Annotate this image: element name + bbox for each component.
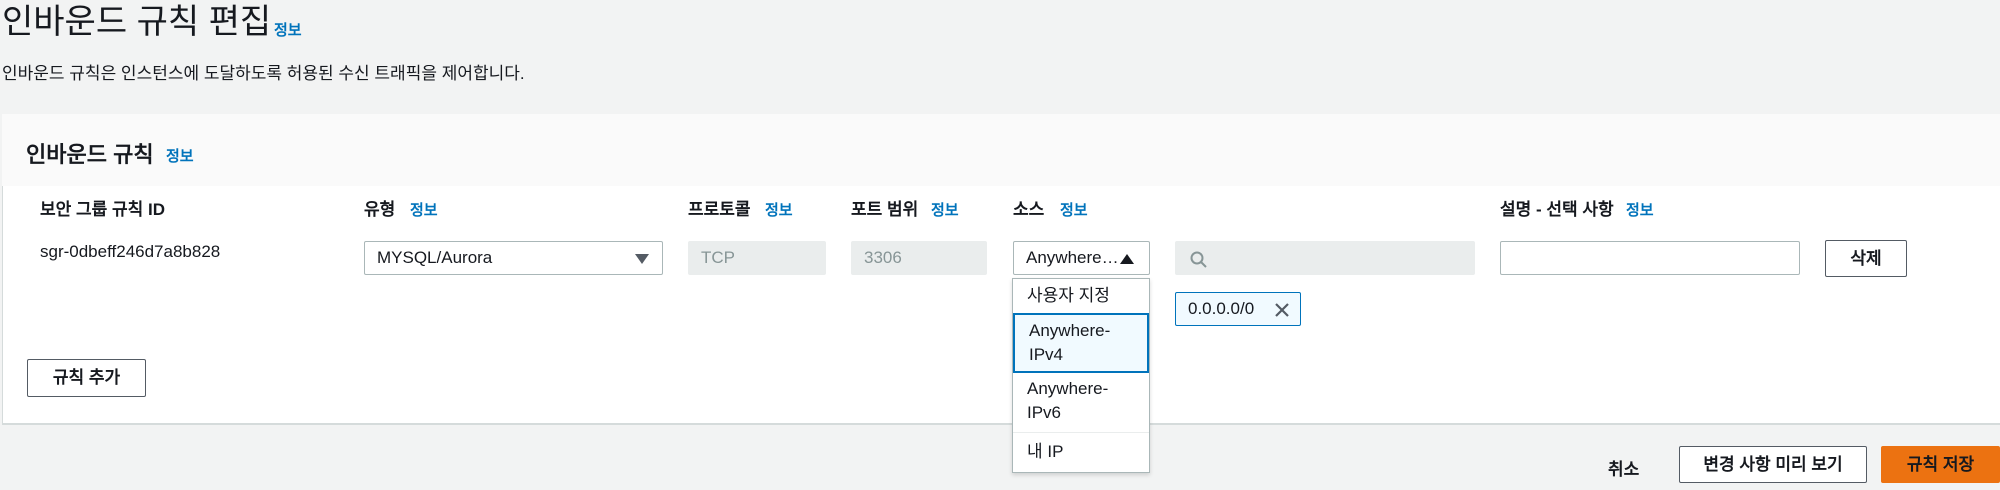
protocol-info-link[interactable]: 정보 [765,199,793,220]
cancel-link[interactable]: 취소 [1608,455,1639,480]
save-rules-button[interactable]: 규칙 저장 [1881,446,2000,483]
page-description: 인바운드 규칙은 인스턴스에 도달하도록 허용된 수신 트래픽을 제어합니다. [2,64,525,83]
port-range-field: 3306 [851,241,987,275]
type-info-link[interactable]: 정보 [410,199,438,220]
description-info-link[interactable]: 정보 [1626,199,1654,220]
panel-header [2,114,2000,186]
cidr-token-label: 0.0.0.0/0 [1188,299,1255,318]
source-select[interactable]: Anywhere… [1013,241,1150,275]
source-select-value: Anywhere… [1026,248,1119,267]
source-option-custom[interactable]: 사용자 지정 [1013,283,1149,309]
type-select-value: MYSQL/Aurora [377,248,493,267]
close-icon[interactable] [1274,302,1290,318]
column-header-description: 설명 - 선택 사항 [1500,200,1614,219]
port-range-info-link[interactable]: 정보 [931,199,959,220]
page-title: 인바운드 규칙 편집 [2,3,272,41]
delete-rule-button[interactable]: 삭제 [1825,240,1907,277]
cidr-token: 0.0.0.0/0 [1175,292,1301,326]
protocol-field: TCP [688,241,826,275]
description-input[interactable] [1500,241,1800,275]
search-icon [1190,251,1207,268]
source-info-link[interactable]: 정보 [1060,199,1088,220]
rule-id: sgr-0dbeff246d7a8b828 [40,242,221,261]
column-header-rule-id: 보안 그룹 규칙 ID [40,200,166,219]
column-header-type: 유형 [364,200,396,219]
source-dropdown-menu: 사용자 지정 Anywhere-IPv4 Anywhere-IPv6 내 IP [1012,278,1150,473]
column-header-source: 소스 [1013,200,1045,219]
add-rule-button[interactable]: 규칙 추가 [27,359,146,397]
source-option-my-ip[interactable]: 내 IP [1013,439,1149,465]
column-header-port-range: 포트 범위 [851,200,919,219]
page-info-link[interactable]: 정보 [274,19,302,40]
type-select[interactable]: MYSQL/Aurora [364,241,663,275]
panel-title: 인바운드 규칙 [26,142,154,167]
source-option-anywhere-ipv4[interactable]: Anywhere-IPv4 [1013,313,1149,373]
preview-changes-button[interactable]: 변경 사항 미리 보기 [1679,446,1867,483]
caret-down-icon [635,254,649,264]
caret-up-icon [1120,254,1134,264]
option-divider [1013,432,1149,433]
source-search-input[interactable] [1175,241,1475,275]
source-option-anywhere-ipv6[interactable]: Anywhere-IPv6 [1013,377,1149,431]
column-header-protocol: 프로토콜 [688,200,751,219]
panel-info-link[interactable]: 정보 [166,145,194,166]
